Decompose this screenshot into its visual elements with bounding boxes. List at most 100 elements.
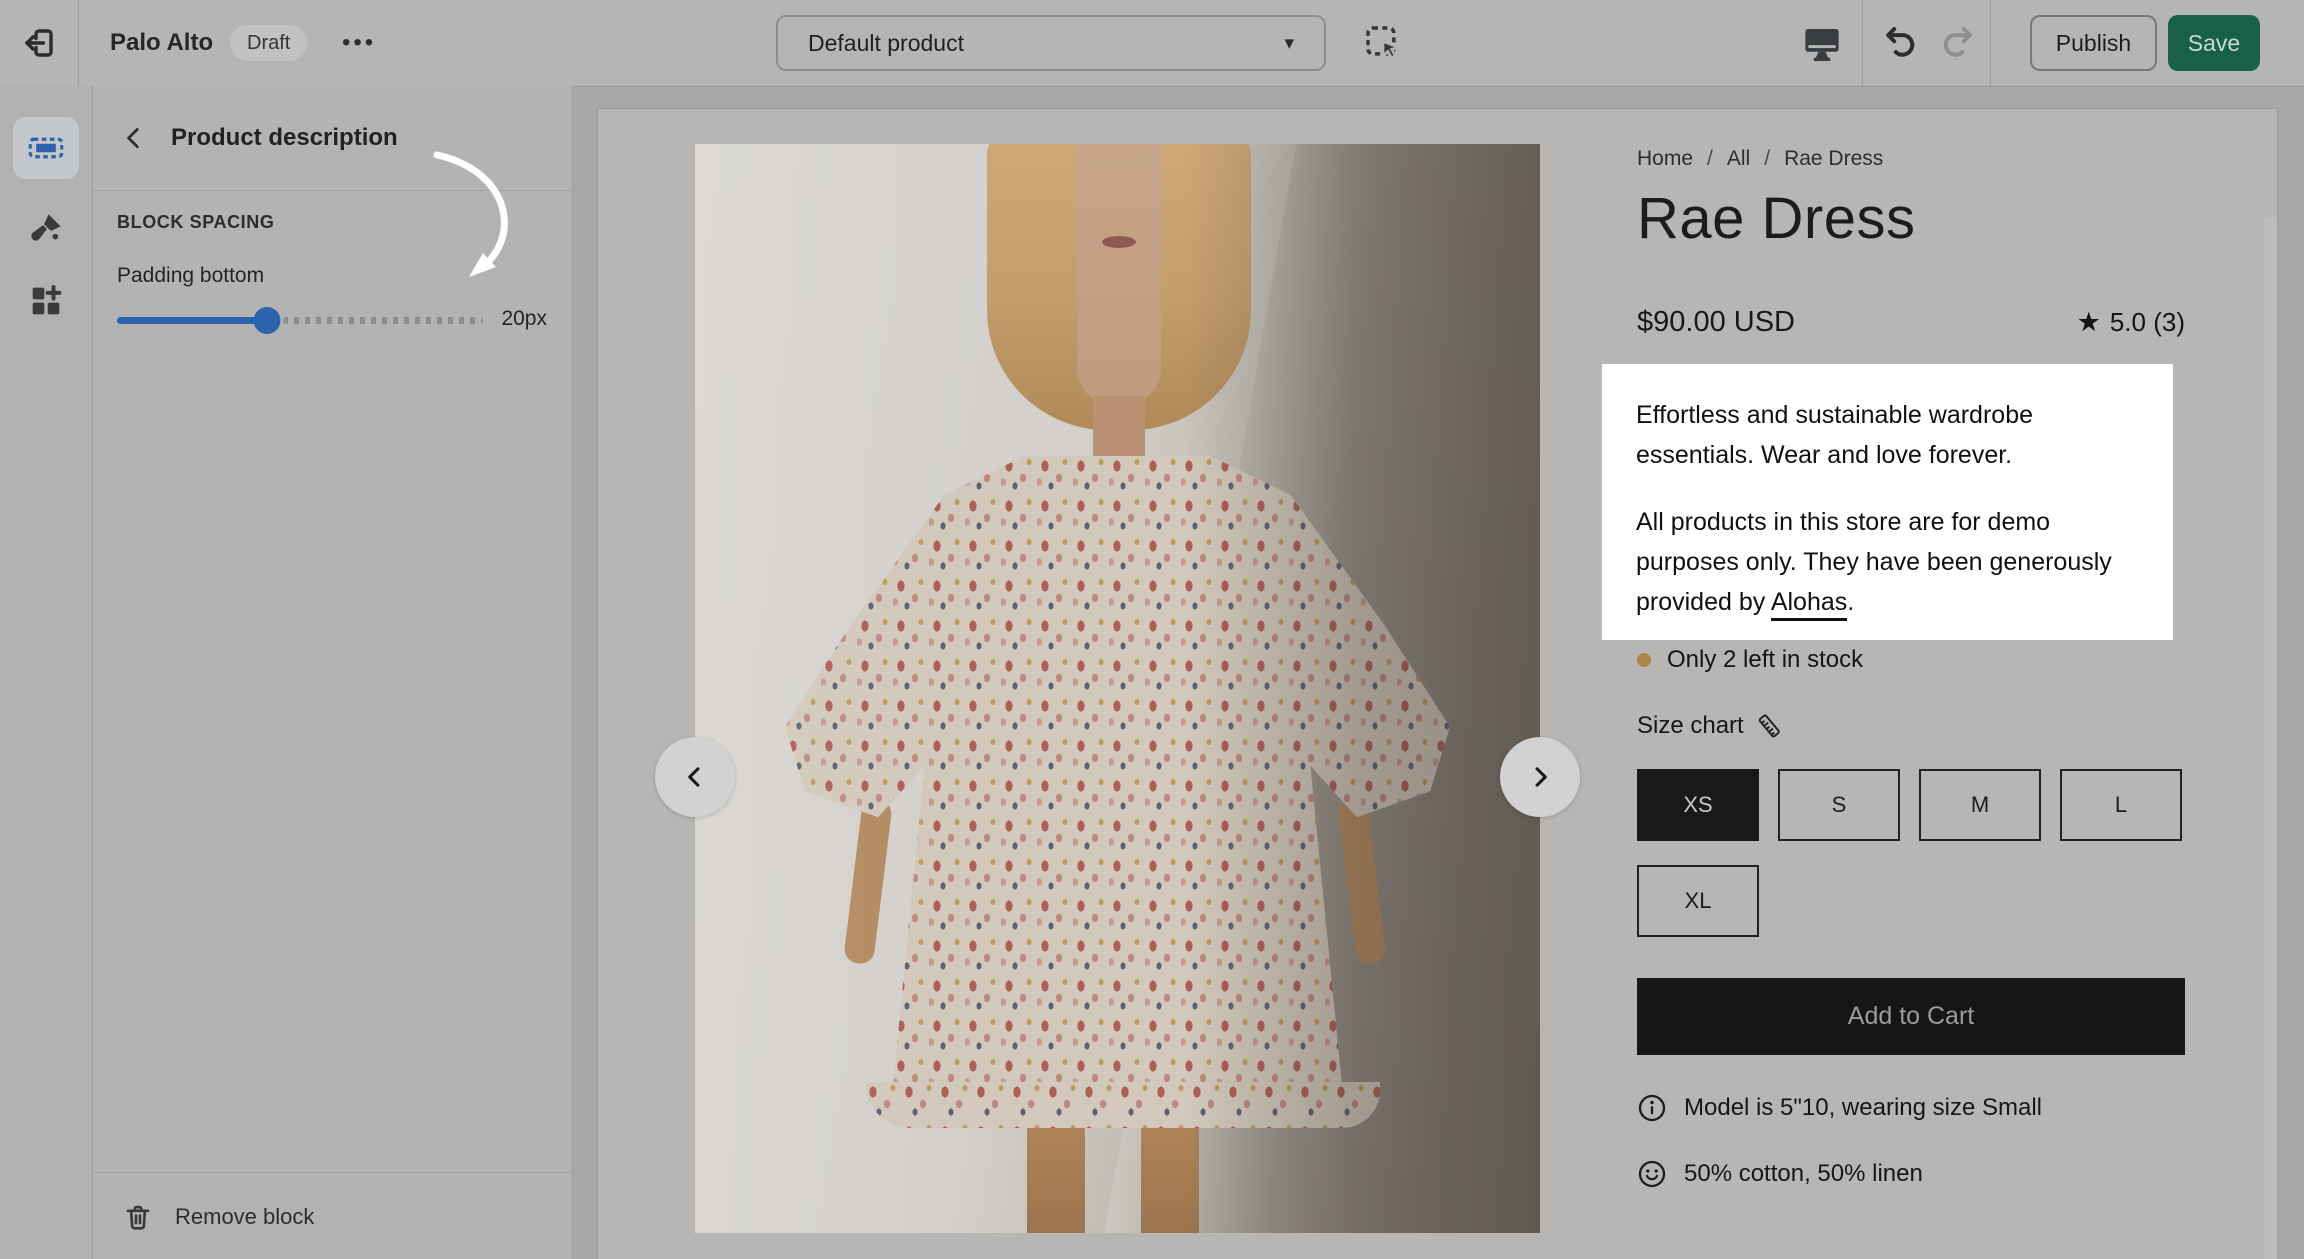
breadcrumb-home[interactable]: Home — [1637, 147, 1693, 171]
chevron-left-icon — [681, 763, 709, 791]
slider-remaining-track — [283, 317, 483, 324]
breadcrumb-separator: / — [1764, 147, 1770, 171]
topbar-divider — [78, 0, 79, 86]
dress-hem-ruffle — [865, 1082, 1380, 1128]
note-text: Model is 5"10, wearing size Small — [1684, 1094, 2042, 1122]
sidebar-item-sections[interactable] — [13, 117, 79, 179]
size-chart-label: Size chart — [1637, 712, 1744, 740]
size-option-xs[interactable]: XS — [1637, 769, 1759, 841]
slider-fill — [117, 317, 267, 324]
floral-dress — [785, 456, 1450, 1101]
undo-icon — [1882, 22, 1924, 64]
model-hair — [987, 144, 1251, 430]
page-selector-value: Default product — [808, 30, 964, 57]
padding-bottom-slider: 20px — [117, 306, 547, 334]
slider-value: 20px — [501, 307, 547, 331]
sidebar-item-apps[interactable] — [13, 270, 79, 332]
chevron-down-icon: ▾ — [1284, 32, 1294, 55]
exit-editor-button[interactable] — [0, 0, 78, 86]
storefront-preview: Home / All / Rae Dress Rae Dress $90.00 … — [597, 108, 2278, 1259]
add-to-cart-button[interactable]: Add to Cart — [1637, 978, 2185, 1055]
exit-icon — [21, 25, 57, 61]
price-row: $90.00 USD ★ 5.0 (3) — [1637, 306, 2185, 339]
description-text: All products in this store are for demo … — [1636, 508, 2112, 616]
device-preview-button[interactable] — [1796, 0, 1848, 86]
trash-icon — [93, 1202, 153, 1232]
description-text: . — [1847, 588, 1854, 616]
slider-label: Padding bottom — [117, 264, 264, 288]
block-settings-panel: Product description BLOCK SPACING Paddin… — [93, 86, 573, 1259]
chevron-right-icon — [1526, 763, 1554, 791]
size-option-m[interactable]: M — [1919, 769, 2041, 841]
size-option-l[interactable]: L — [2060, 769, 2182, 841]
remove-block-label: Remove block — [175, 1204, 314, 1230]
size-option-s[interactable]: S — [1778, 769, 1900, 841]
carousel-next-button[interactable] — [1500, 737, 1580, 817]
sections-icon — [25, 127, 67, 169]
select-element-tool[interactable] — [1358, 0, 1408, 86]
panel-header: Product description — [93, 86, 572, 191]
topbar-divider — [1862, 0, 1863, 86]
size-option-xl[interactable]: XL — [1637, 865, 1759, 937]
stock-text: Only 2 left in stock — [1667, 646, 1863, 674]
preview-scrollbar[interactable] — [2264, 217, 2277, 1259]
stock-dot-icon — [1637, 653, 1651, 667]
size-label: M — [1971, 792, 1989, 818]
breadcrumb: Home / All / Rae Dress — [1637, 147, 1883, 171]
model-neck — [1093, 396, 1145, 476]
size-label: S — [1832, 792, 1847, 818]
save-button[interactable]: Save — [2168, 15, 2260, 71]
stock-status: Only 2 left in stock — [1637, 646, 1863, 674]
theme-name: Palo Alto — [110, 0, 213, 86]
star-icon: ★ — [2077, 307, 2101, 338]
undo-button[interactable] — [1878, 0, 1928, 86]
editor-nav-strip — [0, 86, 93, 1259]
size-chart-link[interactable]: Size chart — [1637, 711, 1784, 741]
description-paragraph-1: Effortless and sustainable wardrobe esse… — [1636, 395, 2139, 475]
product-price: $90.00 USD — [1637, 306, 1795, 339]
product-note: 50% cotton, 50% linen — [1637, 1159, 1923, 1189]
section-heading: BLOCK SPACING — [117, 212, 274, 233]
alohas-link[interactable]: Alohas — [1771, 588, 1847, 621]
model-arm-left — [843, 798, 893, 965]
remove-block-button[interactable]: Remove block — [93, 1172, 572, 1259]
carousel-prev-button[interactable] — [655, 737, 735, 817]
product-note: Model is 5"10, wearing size Small — [1637, 1093, 2042, 1123]
model-arm-right — [1337, 798, 1387, 965]
breadcrumb-separator: / — [1707, 147, 1713, 171]
status-badge: Draft — [230, 25, 307, 61]
product-description-highlight: Effortless and sustainable wardrobe esse… — [1602, 364, 2173, 640]
model-face — [1077, 144, 1161, 406]
product-title: Rae Dress — [1637, 185, 1915, 252]
product-photo — [695, 144, 1540, 1233]
size-label: XS — [1683, 792, 1712, 818]
panel-title: Product description — [171, 124, 398, 152]
topbar-divider — [1990, 0, 1991, 86]
marquee-select-icon — [1363, 23, 1403, 63]
ruler-icon — [1754, 711, 1784, 741]
description-paragraph-2: All products in this store are for demo … — [1636, 502, 2139, 622]
more-actions-button[interactable]: ••• — [342, 0, 376, 86]
product-rating[interactable]: ★ 5.0 (3) — [2077, 307, 2185, 338]
breadcrumb-current: Rae Dress — [1784, 147, 1883, 171]
info-icon — [1637, 1093, 1667, 1123]
smiley-icon — [1637, 1159, 1667, 1189]
desktop-monitor-icon — [1801, 22, 1843, 64]
size-label: XL — [1685, 888, 1712, 914]
rating-text: 5.0 (3) — [2110, 307, 2185, 338]
model-leg-right — [1141, 1119, 1199, 1233]
note-text: 50% cotton, 50% linen — [1684, 1160, 1923, 1188]
publish-button[interactable]: Publish — [2030, 15, 2157, 71]
slider-knob[interactable] — [254, 307, 281, 334]
back-button[interactable] — [121, 125, 147, 151]
sidebar-item-theme-settings[interactable] — [13, 198, 79, 260]
breadcrumb-all[interactable]: All — [1727, 147, 1750, 171]
theme-editor: Palo Alto Draft ••• Default product ▾ — [0, 0, 2304, 1259]
page-selector-dropdown[interactable]: Default product ▾ — [776, 15, 1326, 71]
paintbrush-icon — [26, 209, 66, 249]
redo-icon — [1934, 22, 1976, 64]
slider-track[interactable] — [117, 306, 483, 334]
model-leg-left — [1027, 1119, 1085, 1233]
redo-button[interactable] — [1930, 0, 1980, 86]
size-label: L — [2115, 792, 2127, 818]
